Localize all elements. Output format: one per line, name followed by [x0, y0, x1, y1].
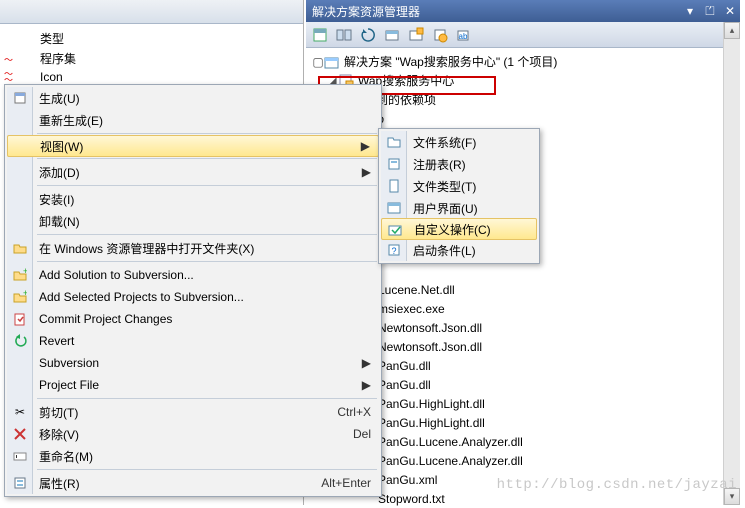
menu-build[interactable]: 生成(U): [7, 87, 379, 109]
close-icon[interactable]: ✕: [720, 4, 740, 19]
list-item[interactable]: PanGu.dll: [378, 356, 718, 375]
menu-open-folder[interactable]: 在 Windows 资源管理器中打开文件夹(X): [7, 237, 379, 259]
chevron-right-icon: ▶: [362, 378, 371, 392]
left-header-bar: [0, 0, 303, 24]
shortcut: Del: [353, 427, 371, 441]
menu-commit[interactable]: Commit Project Changes: [7, 308, 379, 330]
chevron-right-icon: ▶: [362, 356, 371, 370]
submenu-ui[interactable]: 用户界面(U): [381, 197, 537, 219]
shortcut: Ctrl+X: [337, 405, 371, 419]
menu-subversion[interactable]: Subversion ▶: [7, 352, 379, 374]
delete-icon: [12, 426, 28, 442]
solution-icon: [324, 54, 340, 70]
watermark: http://blog.csdn.net/jayzai: [497, 477, 737, 493]
commit-icon: [12, 311, 28, 327]
scroll-up-icon[interactable]: ▴: [724, 22, 740, 39]
submenu-filesystem[interactable]: 文件系统(F): [381, 131, 537, 153]
menu-remove[interactable]: 移除(V) Del: [7, 423, 379, 445]
filesystem-icon: [386, 134, 402, 150]
menu-install[interactable]: 安装(I): [7, 188, 379, 210]
menu-uninstall[interactable]: 卸载(N): [7, 210, 379, 232]
row-assembly: 程序集: [40, 50, 76, 67]
filetypes-icon: [386, 178, 402, 194]
svg-text:ab: ab: [459, 32, 468, 41]
panel-title: 解决方案资源管理器: [312, 3, 420, 20]
solution-label: 解决方案 "Wap搜索服务中心" (1 个项目): [344, 53, 557, 70]
shortcut: Alt+Enter: [321, 476, 371, 490]
submenu-launch-conditions[interactable]: ? 启动条件(L): [381, 239, 537, 261]
list-item[interactable]: PanGu.Lucene.Analyzer.dll: [378, 451, 718, 470]
error-marker: [4, 72, 16, 80]
toolbar-icon-7[interactable]: ab: [454, 25, 474, 45]
svg-text:+: +: [23, 290, 27, 298]
menu-project-file[interactable]: Project File ▶: [7, 374, 379, 396]
view-submenu: 文件系统(F) 注册表(R) 文件类型(T) 用户界面(U) 自定义操作(C) …: [378, 128, 540, 264]
toolbar-showall-icon[interactable]: [334, 25, 354, 45]
revert-icon: [12, 333, 28, 349]
submenu-custom-actions[interactable]: 自定义操作(C): [381, 218, 537, 240]
column-header-type: 类型: [40, 30, 64, 47]
dropdown-icon[interactable]: ▾: [680, 4, 700, 19]
solution-node[interactable]: ▢ 解决方案 "Wap搜索服务中心" (1 个项目): [312, 52, 740, 71]
launch-icon: ?: [386, 242, 402, 258]
pin-icon[interactable]: ⏍: [700, 4, 720, 19]
custom-actions-icon: [387, 222, 403, 238]
menu-properties[interactable]: 属性(R) Alt+Enter: [7, 472, 379, 494]
folder-icon: [12, 240, 28, 256]
menu-view[interactable]: 视图(W) ▶: [7, 135, 379, 157]
panel-toolbar: ab: [306, 22, 740, 48]
toolbar-refresh-icon[interactable]: [358, 25, 378, 45]
menu-add-solution-svn[interactable]: + Add Solution to Subversion...: [7, 264, 379, 286]
menu-rename[interactable]: 重命名(M): [7, 445, 379, 467]
list-item[interactable]: msiexec.exe: [378, 299, 718, 318]
toolbar-icon-6[interactable]: [430, 25, 450, 45]
list-item[interactable]: PanGu.HighLight.dll: [378, 413, 718, 432]
list-item[interactable]: PanGu.dll: [378, 375, 718, 394]
list-item[interactable]: Newtonsoft.Json.dll: [378, 318, 718, 337]
menu-revert[interactable]: Revert: [7, 330, 379, 352]
panel-titlebar: 解决方案资源管理器 ▾ ⏍ ✕: [306, 0, 740, 22]
context-menu: 生成(U) 重新生成(E) 视图(W) ▶ 添加(D) ▶ 安装(I) 卸载(N…: [4, 84, 382, 497]
rename-icon: [12, 448, 28, 464]
menu-add-selected-svn[interactable]: + Add Selected Projects to Subversion...: [7, 286, 379, 308]
menu-add[interactable]: 添加(D) ▶: [7, 161, 379, 183]
properties-icon: [12, 475, 28, 491]
row-icon: Icon: [40, 70, 63, 84]
menu-rebuild[interactable]: 重新生成(E): [7, 109, 379, 131]
list-item[interactable]: PanGu.Lucene.Analyzer.dll: [378, 432, 718, 451]
svg-text:+: +: [23, 268, 27, 276]
chevron-right-icon: ▶: [362, 165, 371, 179]
build-icon: [12, 90, 28, 106]
scissors-icon: ✂: [12, 404, 28, 420]
submenu-filetypes[interactable]: 文件类型(T): [381, 175, 537, 197]
svg-text:?: ?: [391, 246, 396, 256]
folder-add-icon: +: [12, 289, 28, 305]
toolbar-icon-5[interactable]: [406, 25, 426, 45]
menu-cut[interactable]: ✂ 剪切(T) Ctrl+X: [7, 401, 379, 423]
folder-add-icon: +: [12, 267, 28, 283]
submenu-registry[interactable]: 注册表(R): [381, 153, 537, 175]
list-item[interactable]: PanGu.HighLight.dll: [378, 394, 718, 413]
toolbar-icon-4[interactable]: [382, 25, 402, 45]
expander-icon[interactable]: ▢: [312, 55, 324, 69]
ui-icon: [386, 200, 402, 216]
list-item[interactable]: Lucene.Net.dll: [378, 280, 718, 299]
registry-icon: [386, 156, 402, 172]
scrollbar[interactable]: ▴ ▾: [723, 22, 740, 505]
toolbar-properties-icon[interactable]: [310, 25, 330, 45]
error-marker: [4, 52, 16, 60]
chevron-right-icon: ▶: [361, 139, 370, 153]
file-list-overflow: Lucene.Net.dll msiexec.exe Newtonsoft.Js…: [378, 280, 718, 508]
list-item[interactable]: Newtonsoft.Json.dll: [378, 337, 718, 356]
